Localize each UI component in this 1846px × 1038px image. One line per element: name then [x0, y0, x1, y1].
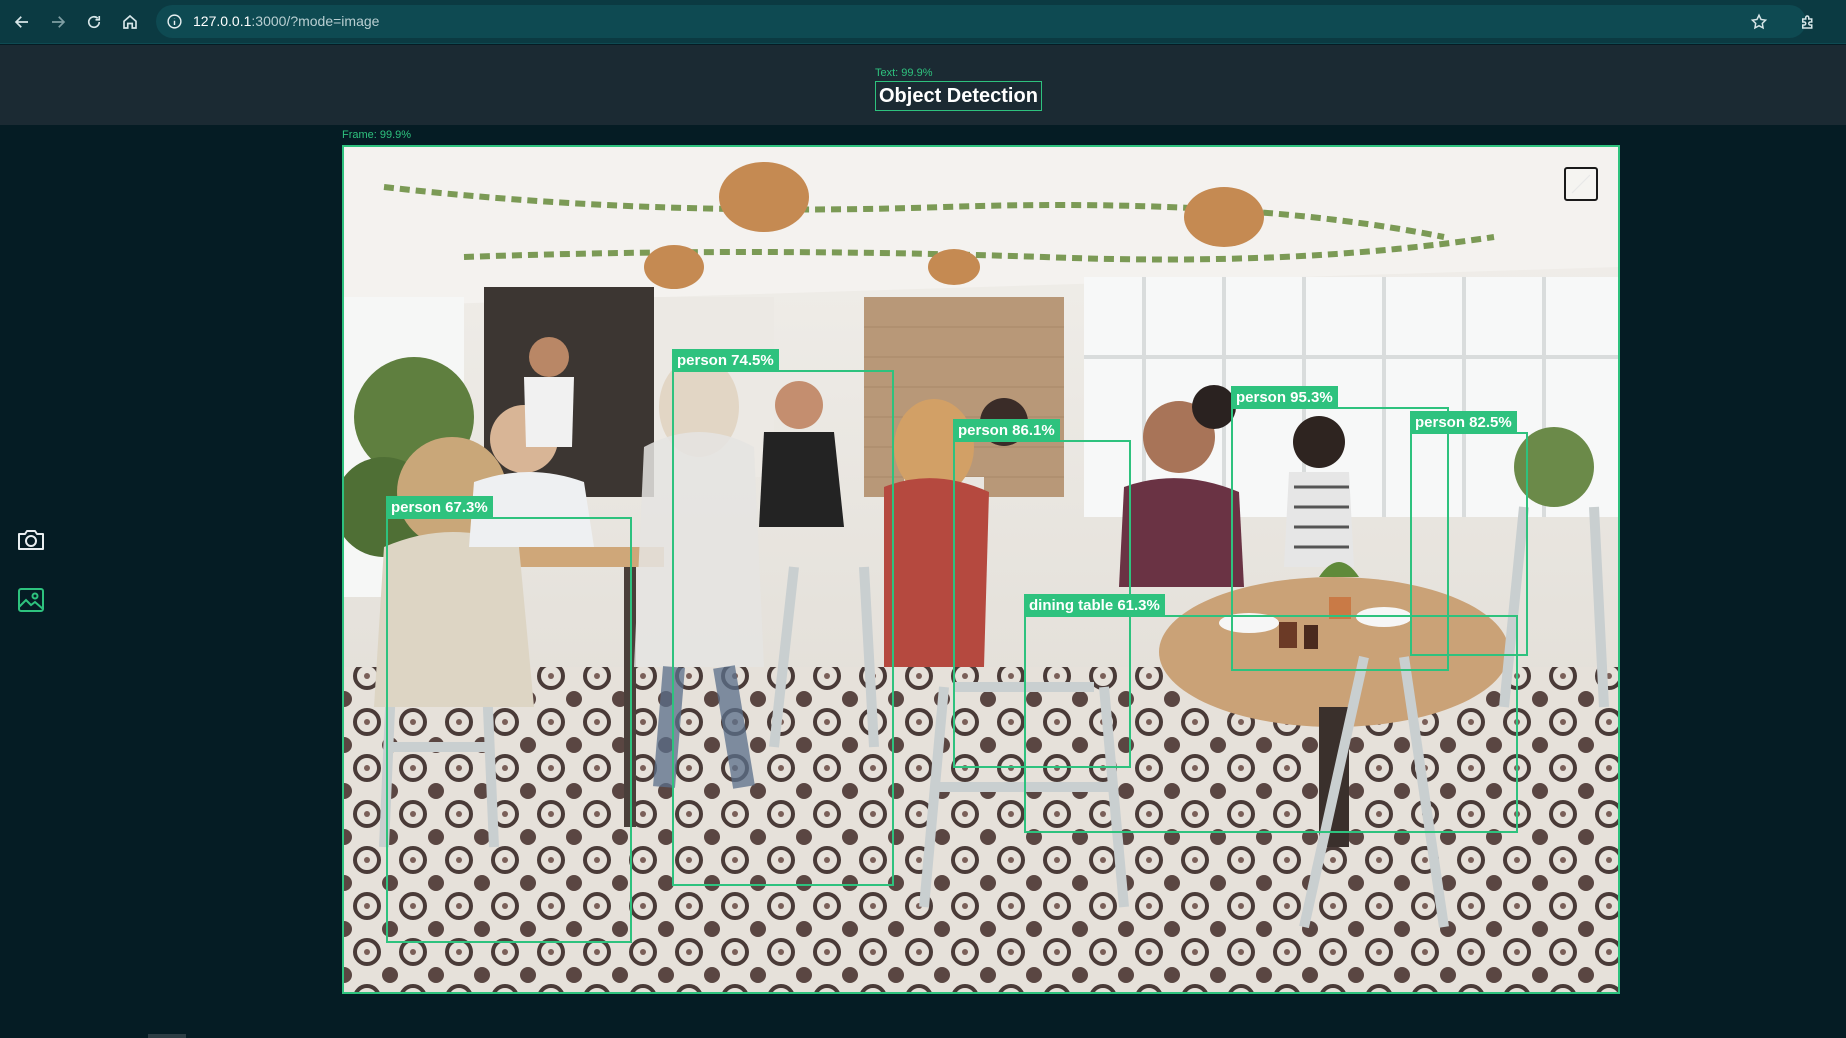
detection-label: dining table 61.3%: [1024, 594, 1165, 617]
fullscreen-icon: [1571, 174, 1591, 194]
extensions-icon[interactable]: [1794, 8, 1822, 36]
fullscreen-button[interactable]: [1564, 167, 1598, 201]
star-icon[interactable]: [1745, 8, 1773, 36]
info-icon[interactable]: [166, 13, 183, 30]
image-icon[interactable]: [14, 583, 48, 617]
url-host: 127.0.0.1: [193, 13, 252, 29]
detection-label: person 67.3%: [386, 496, 493, 519]
home-icon[interactable]: [116, 8, 144, 36]
camera-icon[interactable]: [14, 523, 48, 557]
detection-box: person 74.5%: [672, 349, 894, 886]
frame-detection-tag: Frame: 99.9%: [342, 129, 412, 141]
scrollbar-stub: [148, 1034, 186, 1038]
detection-label: person 74.5%: [672, 349, 779, 372]
page-title: Object Detection: [875, 81, 1042, 111]
reload-icon[interactable]: [80, 8, 108, 36]
detection-label: person 82.5%: [1410, 411, 1517, 434]
app-header: Text: 99.9% Object Detection: [0, 45, 1846, 125]
browser-toolbar: 127.0.0.1:3000/?mode=image: [0, 0, 1846, 44]
image-frame: person 67.3% person 74.5% person 86.1% p…: [342, 145, 1620, 994]
title-detection-tag: Text: 99.9%: [875, 67, 933, 79]
url-path: :3000/?mode=image: [251, 13, 380, 29]
back-icon[interactable]: [8, 8, 36, 36]
forward-icon[interactable]: [44, 8, 72, 36]
address-bar[interactable]: 127.0.0.1:3000/?mode=image: [156, 5, 1806, 38]
url-text[interactable]: 127.0.0.1:3000/?mode=image: [193, 13, 379, 29]
detection-box: person 67.3%: [386, 496, 632, 943]
detection-box: dining table 61.3%: [1024, 594, 1518, 833]
detection-label: person 86.1%: [953, 419, 1060, 442]
detection-label: person 95.3%: [1231, 386, 1338, 409]
